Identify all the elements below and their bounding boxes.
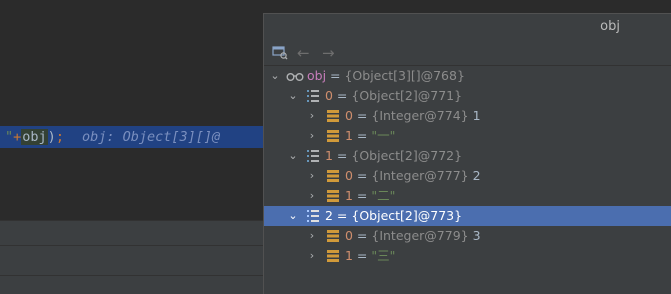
tree-row-array-0[interactable]: ⌄ 0 = {Object[2]@771} (264, 86, 671, 106)
field-icon (326, 189, 340, 203)
chevron-right-icon[interactable]: › (306, 246, 318, 266)
popup-header[interactable]: obj (264, 14, 671, 40)
variable-inspect-popup: obj ← → ⌄ obj = {Object[3][]@768} ⌄ 0 = … (263, 13, 671, 294)
element-index: 1 (345, 128, 353, 143)
element-value: 1 (472, 108, 481, 123)
navigate-icon[interactable] (272, 44, 288, 62)
array-icon (306, 209, 320, 223)
element-type: {Object[2]@771} (351, 88, 463, 103)
element-index: 1 (345, 188, 353, 203)
equals-sign: = (352, 248, 372, 263)
element-index: 1 (345, 248, 353, 263)
tree-row-text: 0 = {Integer@779} 3 (345, 226, 481, 246)
element-type: {Object[2]@773} (351, 208, 463, 223)
chevron-down-icon[interactable]: ⌄ (287, 86, 299, 106)
tree-row-text: 1 = "二" (345, 186, 395, 206)
equals-sign: = (326, 68, 345, 83)
panel-divider (0, 275, 263, 276)
tree-row-element[interactable]: › 0 = {Integer@777} 2 (264, 166, 671, 186)
equals-sign: = (332, 148, 352, 163)
tree-row-text: 0 = {Integer@774} 1 (345, 106, 481, 126)
equals-sign: = (332, 208, 352, 223)
tree-row-text: 0 = {Integer@777} 2 (345, 166, 481, 186)
chevron-down-icon[interactable]: ⌄ (287, 146, 299, 166)
element-value: "一" (371, 128, 396, 143)
element-index: 0 (345, 108, 353, 123)
element-index: 0 (325, 88, 333, 103)
tree-row-text: 1 = "三" (345, 246, 395, 266)
panel-divider (0, 245, 263, 246)
element-index: 0 (345, 228, 353, 243)
field-icon (326, 129, 340, 143)
ide-window: "+obj); obj: Object[3][]@ obj ← → ⌄ obj … (0, 0, 671, 294)
tree-row-text: 1 = "一" (345, 126, 395, 146)
code-variable-obj[interactable]: obj (21, 129, 48, 145)
element-type: {Integer@774} (371, 108, 469, 123)
tree-row-text: obj = {Object[3][]@768} (307, 66, 465, 86)
forward-arrow-icon[interactable]: → (322, 44, 335, 62)
bottom-tool-panel (0, 220, 263, 294)
tree-row-array-1[interactable]: ⌄ 1 = {Object[2]@772} (264, 146, 671, 166)
inline-debug-hint: obj: Object[3][]@ (81, 129, 221, 145)
tree-row-text: 1 = {Object[2]@772} (325, 146, 462, 166)
variable-type: {Object[3][]@768} (344, 68, 465, 83)
chevron-right-icon[interactable]: › (306, 126, 318, 146)
chevron-right-icon[interactable]: › (306, 186, 318, 206)
tree-row-element[interactable]: › 1 = "二" (264, 186, 671, 206)
element-index: 2 (325, 208, 333, 223)
field-icon (326, 249, 340, 263)
equals-sign: = (332, 88, 352, 103)
element-type: {Integer@779} (371, 228, 469, 243)
variable-name: obj (307, 68, 327, 83)
popup-toolbar: ← → (264, 40, 671, 66)
field-icon (326, 169, 340, 183)
equals-sign: = (352, 108, 372, 123)
element-type: {Integer@777} (371, 168, 469, 183)
element-value: "三" (371, 248, 396, 263)
back-arrow-icon[interactable]: ← (297, 44, 310, 62)
field-icon (326, 109, 340, 123)
tree-row-element[interactable]: › 0 = {Integer@779} 3 (264, 226, 671, 246)
editor-highlighted-line[interactable]: "+obj); obj: Object[3][]@ (0, 126, 263, 148)
chevron-right-icon[interactable]: › (306, 226, 318, 246)
code-semicolon: ; (55, 129, 64, 145)
tree-row-text: 0 = {Object[2]@771} (325, 86, 462, 106)
equals-sign: = (352, 128, 372, 143)
element-value: 2 (472, 168, 481, 183)
equals-sign: = (352, 228, 372, 243)
tree-row-element[interactable]: › 1 = "一" (264, 126, 671, 146)
array-icon (306, 149, 320, 163)
chevron-right-icon[interactable]: › (306, 106, 318, 126)
element-value: 3 (472, 228, 481, 243)
tree-row-element[interactable]: › 0 = {Integer@774} 1 (264, 106, 671, 126)
element-value: "二" (371, 188, 396, 203)
tree-row-element[interactable]: › 1 = "三" (264, 246, 671, 266)
tree-row-array-2[interactable]: ⌄ 2 = {Object[2]@773} (264, 206, 671, 226)
array-icon (306, 89, 320, 103)
equals-sign: = (352, 188, 372, 203)
element-index: 0 (345, 168, 353, 183)
chevron-down-icon[interactable]: ⌄ (287, 206, 299, 226)
equals-sign: = (352, 168, 372, 183)
tree-row-root[interactable]: ⌄ obj = {Object[3][]@768} (264, 66, 671, 86)
chevron-right-icon[interactable]: › (306, 166, 318, 186)
code-close-paren: ) (47, 129, 56, 145)
field-icon (326, 229, 340, 243)
watch-glasses-icon (286, 69, 304, 83)
code-string-quote: " (5, 129, 14, 145)
element-index: 1 (325, 148, 333, 163)
element-type: {Object[2]@772} (351, 148, 463, 163)
variables-tree: ⌄ obj = {Object[3][]@768} ⌄ 0 = {Object[… (264, 66, 671, 266)
popup-title: obj (600, 19, 620, 34)
tree-row-text: 2 = {Object[2]@773} (325, 206, 462, 226)
chevron-down-icon[interactable]: ⌄ (269, 66, 281, 86)
